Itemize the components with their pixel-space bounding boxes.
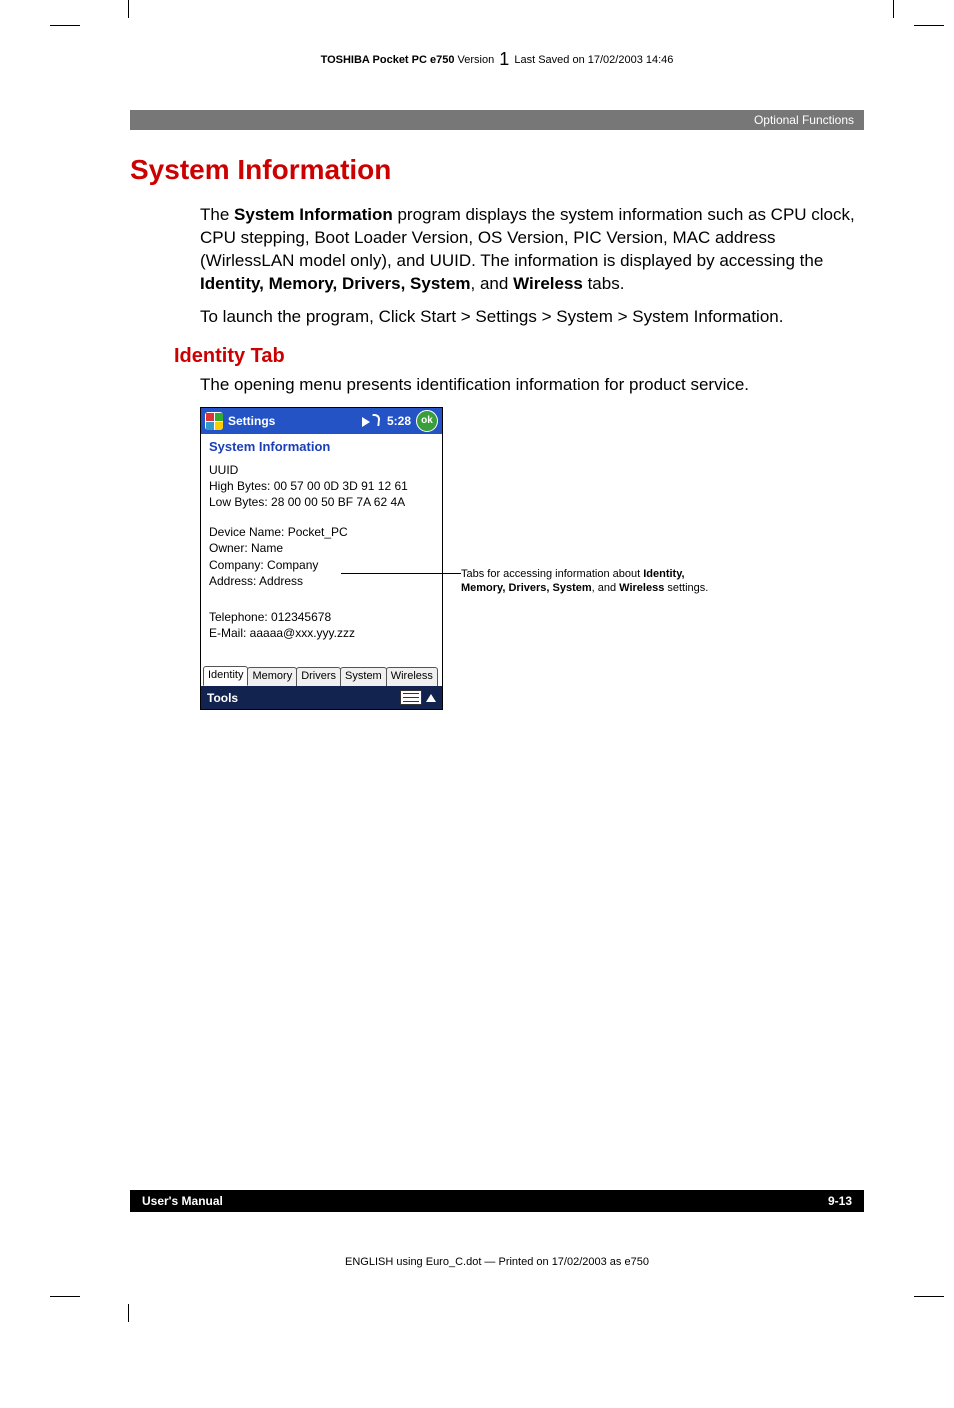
ppc-body: UUID High Bytes: 00 57 00 0D 3D 91 12 61… <box>201 462 442 664</box>
tools-menu[interactable]: Tools <box>207 691 238 705</box>
version-label: Version <box>458 54 495 66</box>
ok-button[interactable]: ok <box>416 410 438 432</box>
contact-block: Telephone: 012345678 E-Mail: aaaaa@xxx.y… <box>209 609 434 641</box>
version-number: 1 <box>497 49 511 69</box>
keyboard-icon[interactable] <box>400 690 422 705</box>
email: E-Mail: aaaaa@xxx.yyy.zzz <box>209 625 434 641</box>
uuid-high: High Bytes: 00 57 00 0D 3D 91 12 61 <box>209 478 434 494</box>
device-name: Device Name: Pocket_PC <box>209 524 434 540</box>
uuid-label: UUID <box>209 462 434 478</box>
footer-right: 9-13 <box>828 1194 852 1208</box>
ppc-subtitle: System Information <box>201 434 442 462</box>
tab-memory[interactable]: Memory <box>247 667 297 686</box>
figure-row: Settings 5:28 ok System Information UUID… <box>200 407 864 711</box>
tab-identity[interactable]: Identity <box>203 666 248 686</box>
page-footer-bar: User's Manual 9-13 <box>130 1190 864 1212</box>
callout-text: Tabs for accessing information about Ide… <box>461 567 711 596</box>
signal-icon[interactable] <box>362 414 380 428</box>
pocketpc-screenshot: Settings 5:28 ok System Information UUID… <box>200 407 443 711</box>
ppc-title-bar: Settings 5:28 ok <box>201 408 442 434</box>
last-saved: Last Saved on 17/02/2003 14:46 <box>514 54 673 66</box>
uuid-block: UUID High Bytes: 00 57 00 0D 3D 91 12 61… <box>209 462 434 511</box>
start-flag-icon[interactable] <box>205 412 223 430</box>
print-footer: ENGLISH using Euro_C.dot — Printed on 17… <box>130 1256 864 1268</box>
uuid-low: Low Bytes: 28 00 00 50 BF 7A 62 4A <box>209 494 434 510</box>
running-header: TOSHIBA Pocket PC e750 Version 1 Last Sa… <box>130 45 864 82</box>
product-name: TOSHIBA Pocket PC e750 <box>321 54 455 66</box>
section-bar: Optional Functions <box>130 110 864 130</box>
address: Address: Address <box>209 573 434 589</box>
ppc-clock: 5:28 <box>387 414 411 428</box>
ppc-title-text: Settings <box>228 414 362 428</box>
subsection-title: Identity Tab <box>174 345 864 368</box>
ppc-footer: Tools <box>201 686 442 709</box>
owner: Owner: Name <box>209 540 434 556</box>
tab-system[interactable]: System <box>340 667 387 686</box>
section-bar-text: Optional Functions <box>754 113 854 127</box>
paragraph-1: The System Information program displays … <box>200 204 864 296</box>
page-title: System Information <box>130 154 864 186</box>
owner-block: Device Name: Pocket_PC Owner: Name Compa… <box>209 524 434 589</box>
up-arrow-icon[interactable] <box>426 694 436 702</box>
company: Company: Company <box>209 557 434 573</box>
body-text: The System Information program displays … <box>200 204 864 329</box>
ppc-tabs: Identity Memory Drivers System Wireless <box>201 663 442 686</box>
body-text-2: The opening menu presents identification… <box>200 374 864 397</box>
telephone: Telephone: 012345678 <box>209 609 434 625</box>
paragraph-2: To launch the program, Click Start > Set… <box>200 306 864 329</box>
tab-drivers[interactable]: Drivers <box>296 667 341 686</box>
paragraph-3: The opening menu presents identification… <box>200 374 864 397</box>
ok-button-label: ok <box>421 415 433 426</box>
callout-leader-line <box>341 573 461 574</box>
footer-left: User's Manual <box>142 1194 223 1208</box>
tab-wireless[interactable]: Wireless <box>386 667 438 686</box>
